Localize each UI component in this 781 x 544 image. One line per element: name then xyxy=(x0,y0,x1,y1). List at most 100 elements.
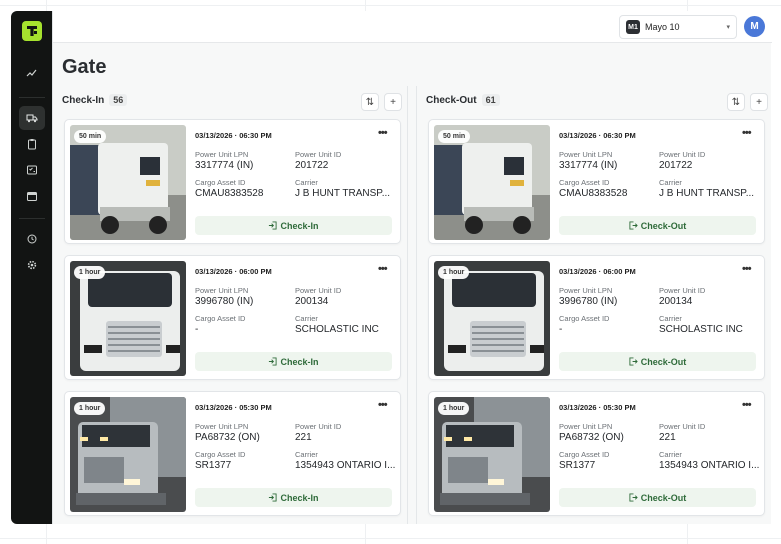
truck-card[interactable]: 1 hour 03/13/2026 · 05:30 PM ••• Power Unit… xyxy=(428,391,765,516)
lpn-value: 3317774 (IN) xyxy=(195,160,254,171)
action-label: Check-In xyxy=(280,220,319,231)
sidebar-item-gate[interactable] xyxy=(18,106,45,130)
sidebar-divider xyxy=(18,97,45,98)
cargo-asset-label: Cargo Asset ID xyxy=(559,178,610,187)
cargo-asset-value: SR1377 xyxy=(195,460,232,471)
plus-icon: + xyxy=(756,96,762,108)
lpn-label: Power Unit LPN xyxy=(559,150,613,159)
more-menu-icon[interactable]: ••• xyxy=(378,127,388,139)
carrier-value: J B HUNT TRANSP... xyxy=(659,188,755,199)
login-icon xyxy=(269,493,278,502)
carrier-value: SCHOLASTIC INC xyxy=(659,324,743,335)
sidebar-item-settings[interactable] xyxy=(19,253,45,277)
more-menu-icon[interactable]: ••• xyxy=(378,263,388,275)
truck-card[interactable]: 1 hour 03/13/2026 · 06:00 PM ••• Power Unit… xyxy=(428,255,765,380)
sidebar-item-history[interactable] xyxy=(19,227,45,251)
sidebar xyxy=(11,11,52,524)
clipboard-icon xyxy=(27,139,36,150)
checkin-count-badge: 56 xyxy=(109,94,128,106)
truck-card[interactable]: 50 min 03/13/2026 · 06:30 PM ••• Power Unit… xyxy=(428,119,765,244)
unit-id-value: 201722 xyxy=(295,160,329,171)
carrier-label: Carrier xyxy=(295,314,318,323)
lpn-value: 3996780 (IN) xyxy=(559,296,618,307)
cargo-asset-label: Cargo Asset ID xyxy=(559,450,610,459)
cargo-asset-value: CMAU8383528 xyxy=(559,188,628,199)
lpn-label: Power Unit LPN xyxy=(559,286,613,295)
checkin-add-button[interactable]: + xyxy=(384,93,402,111)
avatar[interactable]: M xyxy=(744,16,765,37)
time-badge: 50 min xyxy=(438,130,471,143)
check-out-button[interactable]: Check-Out xyxy=(559,216,756,235)
calendar-icon xyxy=(26,192,37,201)
action-label: Check-Out xyxy=(640,220,687,231)
truck-photo: 1 hour xyxy=(434,261,550,376)
checkin-column: Check-In 56 ⇅ + 50 min 03/13/2026 · 06:30… xyxy=(53,86,408,524)
action-label: Check-Out xyxy=(640,356,687,367)
checkout-add-button[interactable]: + xyxy=(750,93,768,111)
time-badge: 1 hour xyxy=(438,402,470,415)
truck-card[interactable]: 1 hour 03/13/2026 · 05:30 PM ••• Power Unit… xyxy=(64,391,401,516)
carrier-value: J B HUNT TRANSP... xyxy=(295,188,391,199)
cargo-asset-value: CMAU8383528 xyxy=(195,188,264,199)
checkout-sort-button[interactable]: ⇅ xyxy=(727,93,745,111)
action-label: Check-Out xyxy=(640,492,687,503)
unit-id-label: Power Unit ID xyxy=(659,150,706,159)
more-menu-icon[interactable]: ••• xyxy=(742,127,752,139)
unit-id-label: Power Unit ID xyxy=(659,422,706,431)
history-icon xyxy=(27,234,36,244)
check-out-button[interactable]: Check-Out xyxy=(559,352,756,371)
time-badge: 1 hour xyxy=(74,266,106,279)
unit-id-label: Power Unit ID xyxy=(295,150,342,159)
check-in-button[interactable]: Check-In xyxy=(195,216,392,235)
unit-id-value: 221 xyxy=(295,432,312,443)
action-label: Check-In xyxy=(280,492,319,503)
check-out-button[interactable]: Check-Out xyxy=(559,488,756,507)
card-datetime: 03/13/2026 · 06:30 PM xyxy=(559,131,636,140)
sidebar-item-analytics[interactable] xyxy=(19,61,45,85)
truck-photo: 1 hour xyxy=(434,397,550,512)
topbar: M1 Mayo 10 ▾ M xyxy=(53,11,772,43)
more-menu-icon[interactable]: ••• xyxy=(378,399,388,411)
truck-card[interactable]: 1 hour 03/13/2026 · 06:00 PM ••• Power Unit… xyxy=(64,255,401,380)
check-in-button[interactable]: Check-In xyxy=(195,352,392,371)
background-grid-line xyxy=(0,538,781,539)
sidebar-item-clipboard[interactable] xyxy=(19,132,45,156)
page-title: Gate xyxy=(62,56,107,78)
sidebar-divider xyxy=(18,218,45,219)
unit-id-value: 200134 xyxy=(295,296,329,307)
lpn-value: 3317774 (IN) xyxy=(559,160,618,171)
check-in-button[interactable]: Check-In xyxy=(195,488,392,507)
truck-icon xyxy=(26,114,37,123)
carrier-label: Carrier xyxy=(659,314,682,323)
sidebar-item-checklist[interactable] xyxy=(19,158,45,182)
carrier-label: Carrier xyxy=(659,178,682,187)
checkin-header: Check-In 56 xyxy=(62,94,128,106)
unit-id-value: 201722 xyxy=(659,160,693,171)
carrier-label: Carrier xyxy=(659,450,682,459)
carrier-label: Carrier xyxy=(295,450,318,459)
location-select[interactable]: M1 Mayo 10 ▾ xyxy=(619,15,737,39)
truck-photo: 1 hour xyxy=(70,397,186,512)
checkout-header: Check-Out 61 xyxy=(426,94,500,106)
checkin-sort-button[interactable]: ⇅ xyxy=(361,93,379,111)
sidebar-item-calendar[interactable] xyxy=(19,184,45,208)
location-name: Mayo 10 xyxy=(645,22,680,32)
truck-card[interactable]: 50 min 03/13/2026 · 06:30 PM ••• Power Unit… xyxy=(64,119,401,244)
checklist-icon xyxy=(26,165,37,175)
truck-photo: 50 min xyxy=(434,125,550,240)
action-label: Check-In xyxy=(280,356,319,367)
lpn-label: Power Unit LPN xyxy=(559,422,613,431)
lpn-label: Power Unit LPN xyxy=(195,422,249,431)
truck-logo-icon[interactable] xyxy=(21,21,42,41)
plus-icon: + xyxy=(390,96,396,108)
lpn-value: PA68732 (ON) xyxy=(559,432,624,443)
lpn-label: Power Unit LPN xyxy=(195,286,249,295)
card-datetime: 03/13/2026 · 06:00 PM xyxy=(195,267,272,276)
sort-icon: ⇅ xyxy=(731,96,741,108)
card-datetime: 03/13/2026 · 05:30 PM xyxy=(559,403,636,412)
more-menu-icon[interactable]: ••• xyxy=(742,263,752,275)
more-menu-icon[interactable]: ••• xyxy=(742,399,752,411)
sort-icon: ⇅ xyxy=(365,96,375,108)
unit-id-label: Power Unit ID xyxy=(659,286,706,295)
analytics-icon xyxy=(26,69,36,77)
